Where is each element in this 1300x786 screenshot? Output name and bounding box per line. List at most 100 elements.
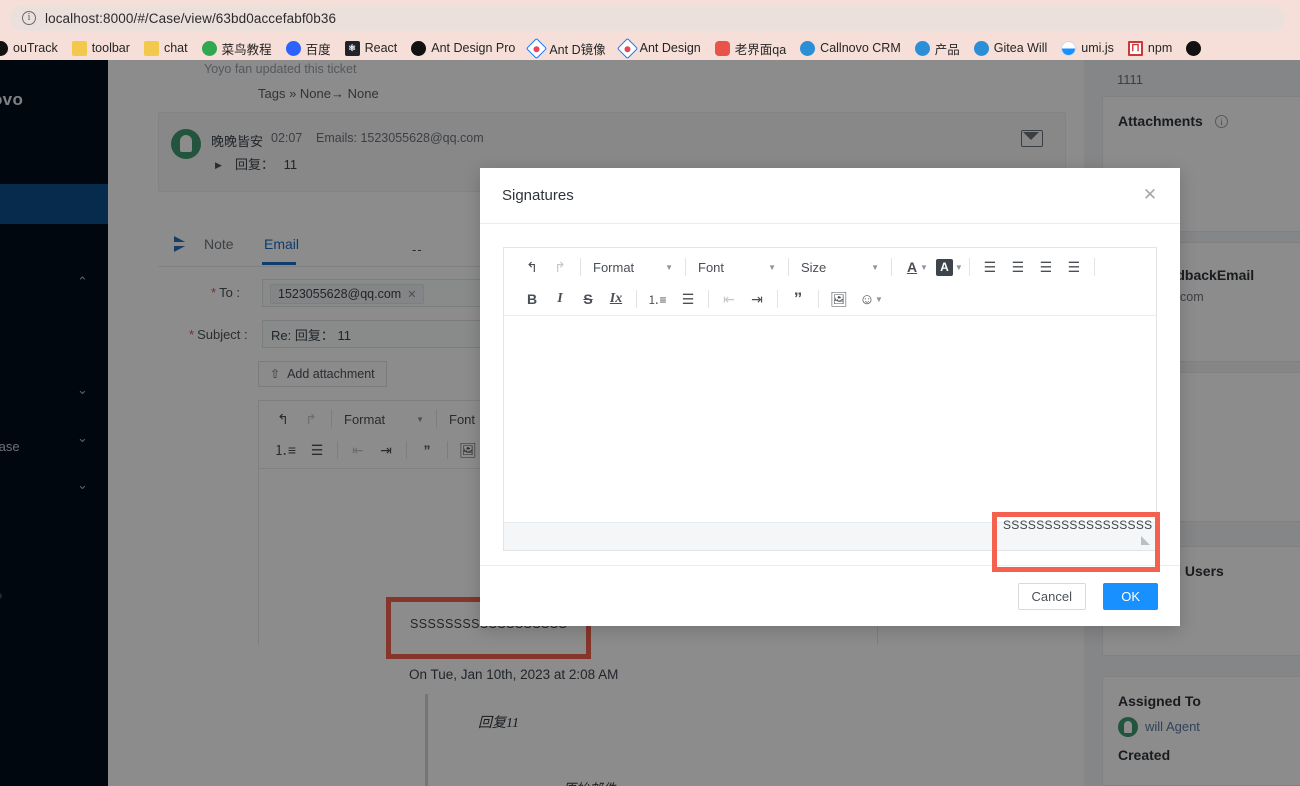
chevron-down-icon[interactable]: ⌄ [77, 478, 90, 491]
tab-note[interactable]: Note [204, 236, 234, 252]
redo-icon[interactable]: ↱ [297, 405, 325, 433]
ticket-updated-text: Yoyo fan updated this ticket [204, 62, 357, 76]
divider [436, 410, 437, 428]
indent-icon[interactable]: ⇥ [743, 285, 771, 313]
image-icon[interactable]: 🖼 [454, 436, 482, 464]
info-icon[interactable]: i [22, 11, 36, 25]
bookmark-umijs[interactable]: umi.js [1054, 37, 1121, 59]
align-center-icon[interactable]: ☰ [1004, 253, 1032, 281]
indent-icon[interactable]: ⇥ [372, 436, 400, 464]
tab-email[interactable]: Email [264, 236, 299, 252]
info-icon[interactable]: i [1215, 115, 1228, 128]
blockquote-icon[interactable]: ” [413, 436, 441, 464]
redo-icon[interactable]: ↱ [546, 253, 574, 281]
callnovo-icon [973, 40, 989, 56]
signature-rich-text-editor[interactable]: ↰ ↱ Format ▼ Font ▼ Size ▼ A ▼ A ▼ ☰ ☰ ☰… [503, 247, 1157, 551]
envelope-icon[interactable] [1021, 130, 1043, 147]
recipient-email: 1523055628@qq.com [278, 287, 402, 301]
align-justify-icon[interactable]: ☰ [1060, 253, 1088, 281]
unordered-list-icon[interactable]: ☰ [674, 285, 702, 313]
align-left-icon[interactable]: ☰ [976, 253, 1004, 281]
bookmark-label: ouTrack [13, 41, 58, 55]
bookmark-antdesignpro[interactable]: Ant Design Pro [404, 37, 522, 59]
bookmark-oldui-qa[interactable]: 老界面qa [708, 37, 793, 59]
italic-button[interactable]: I [546, 285, 574, 313]
chevron-down-icon: ▼ [871, 262, 879, 272]
blockquote-icon[interactable]: ” [784, 285, 812, 313]
chevron-down-icon[interactable]: ▼ [920, 263, 928, 272]
ok-button[interactable]: OK [1103, 583, 1158, 610]
format-select[interactable]: Format ▼ [587, 254, 679, 280]
chevron-down-icon[interactable]: ▼ [875, 295, 883, 304]
expand-caret-icon[interactable]: ▶ [215, 160, 222, 171]
bookmark-gitea-will[interactable]: Gitea Will [967, 37, 1054, 59]
size-label: Size [801, 259, 827, 275]
bookmark-label: Callnovo CRM [820, 41, 901, 55]
subject-field-label: * Subject : [189, 327, 248, 342]
ordered-list-icon[interactable]: ⒈≡ [643, 285, 671, 313]
modal-footer: Cancel OK [480, 565, 1180, 626]
add-attachment-button[interactable]: ⇧ Add attachment [258, 361, 387, 387]
created-title: Created [1118, 747, 1171, 763]
format-select[interactable]: Format ▼ [338, 406, 430, 432]
recipient-chip[interactable]: 1523055628@qq.com ✕ [270, 284, 425, 304]
bookmark-antdesign[interactable]: Ant Design [613, 37, 708, 59]
bold-button[interactable]: B [518, 285, 546, 313]
tab-active-indicator [262, 262, 296, 265]
bookmark-callnovo-crm[interactable]: Callnovo CRM [793, 37, 908, 59]
unordered-list-icon[interactable]: ☰ [303, 436, 331, 464]
chevron-down-icon: ▼ [768, 262, 776, 272]
editor-content-area[interactable] [504, 316, 1156, 522]
bookmark-label: 百度 [305, 42, 331, 57]
divider [331, 410, 332, 428]
avatar [1118, 717, 1138, 737]
bookmark-baidu[interactable]: 百度 [279, 37, 338, 59]
editor-toolbar: ↰ ↱ Format ▼ Font ▼ Size ▼ A ▼ A ▼ ☰ ☰ ☰… [504, 248, 1156, 316]
address-bar[interactable]: i localhost:8000/#/Case/view/63bd0accefa… [10, 5, 1285, 31]
bookmark-product[interactable]: 产品 [908, 37, 967, 59]
bookmark-chat[interactable]: chat [137, 37, 195, 59]
chevron-down-icon[interactable]: ▼ [955, 263, 963, 272]
background-color-icon[interactable]: A [935, 258, 953, 276]
message-time: 02:07 [271, 131, 303, 145]
chevron-up-icon[interactable]: ⌃ [77, 275, 90, 288]
assigned-agent-name[interactable]: will Agent [1145, 719, 1200, 734]
close-icon[interactable]: ✕ [1140, 186, 1160, 206]
align-right-icon[interactable]: ☰ [1032, 253, 1060, 281]
divider [580, 258, 581, 276]
add-attachment-label: Add attachment [287, 367, 375, 381]
send-icon[interactable] [174, 236, 189, 252]
outdent-icon[interactable]: ⇤ [344, 436, 372, 464]
undo-icon[interactable]: ↰ [269, 405, 297, 433]
strikethrough-button[interactable]: S [574, 285, 602, 313]
bookmark-youtrack[interactable]: ouTrack [0, 37, 65, 59]
ordered-list-icon[interactable]: ⒈≡ [271, 436, 299, 464]
outdent-icon[interactable]: ⇤ [715, 285, 743, 313]
close-icon[interactable]: ✕ [407, 288, 416, 301]
quote-reply-text: 回复11 [478, 716, 519, 731]
undo-icon[interactable]: ↰ [518, 253, 546, 281]
antdesignpro-icon [411, 40, 427, 56]
bookmark-globe[interactable] [1179, 37, 1213, 59]
clear-format-button[interactable]: Ix [602, 285, 630, 313]
image-icon[interactable]: 🖼 [825, 285, 853, 313]
cancel-button[interactable]: Cancel [1017, 583, 1086, 610]
message-reply-label: 回复： [235, 157, 275, 172]
chevron-down-icon[interactable]: ⌄ [77, 431, 90, 444]
size-select[interactable]: Size ▼ [795, 254, 885, 280]
bookmark-react[interactable]: ⚛ React [338, 37, 405, 59]
bookmark-antd-mirror[interactable]: Ant D镜像 [522, 37, 612, 59]
bookmark-label: chat [163, 41, 188, 55]
sidebar-item-active[interactable] [0, 184, 108, 224]
browser-chrome: i localhost:8000/#/Case/view/63bd0accefa… [0, 0, 1300, 60]
font-select[interactable]: Font ▼ [692, 254, 782, 280]
baidu-icon [285, 40, 301, 56]
signature-dashes: -- [412, 242, 423, 257]
bookmark-label: umi.js [1081, 41, 1114, 55]
antd-icon [526, 37, 548, 59]
chevron-down-icon[interactable]: ⌄ [77, 383, 90, 396]
to-label-text: To : [219, 285, 241, 300]
bookmark-npm[interactable]: ⊓ npm [1121, 37, 1179, 59]
bookmark-toolbar[interactable]: toolbar [65, 37, 137, 59]
bookmark-runoob[interactable]: 菜鸟教程 [195, 37, 279, 59]
